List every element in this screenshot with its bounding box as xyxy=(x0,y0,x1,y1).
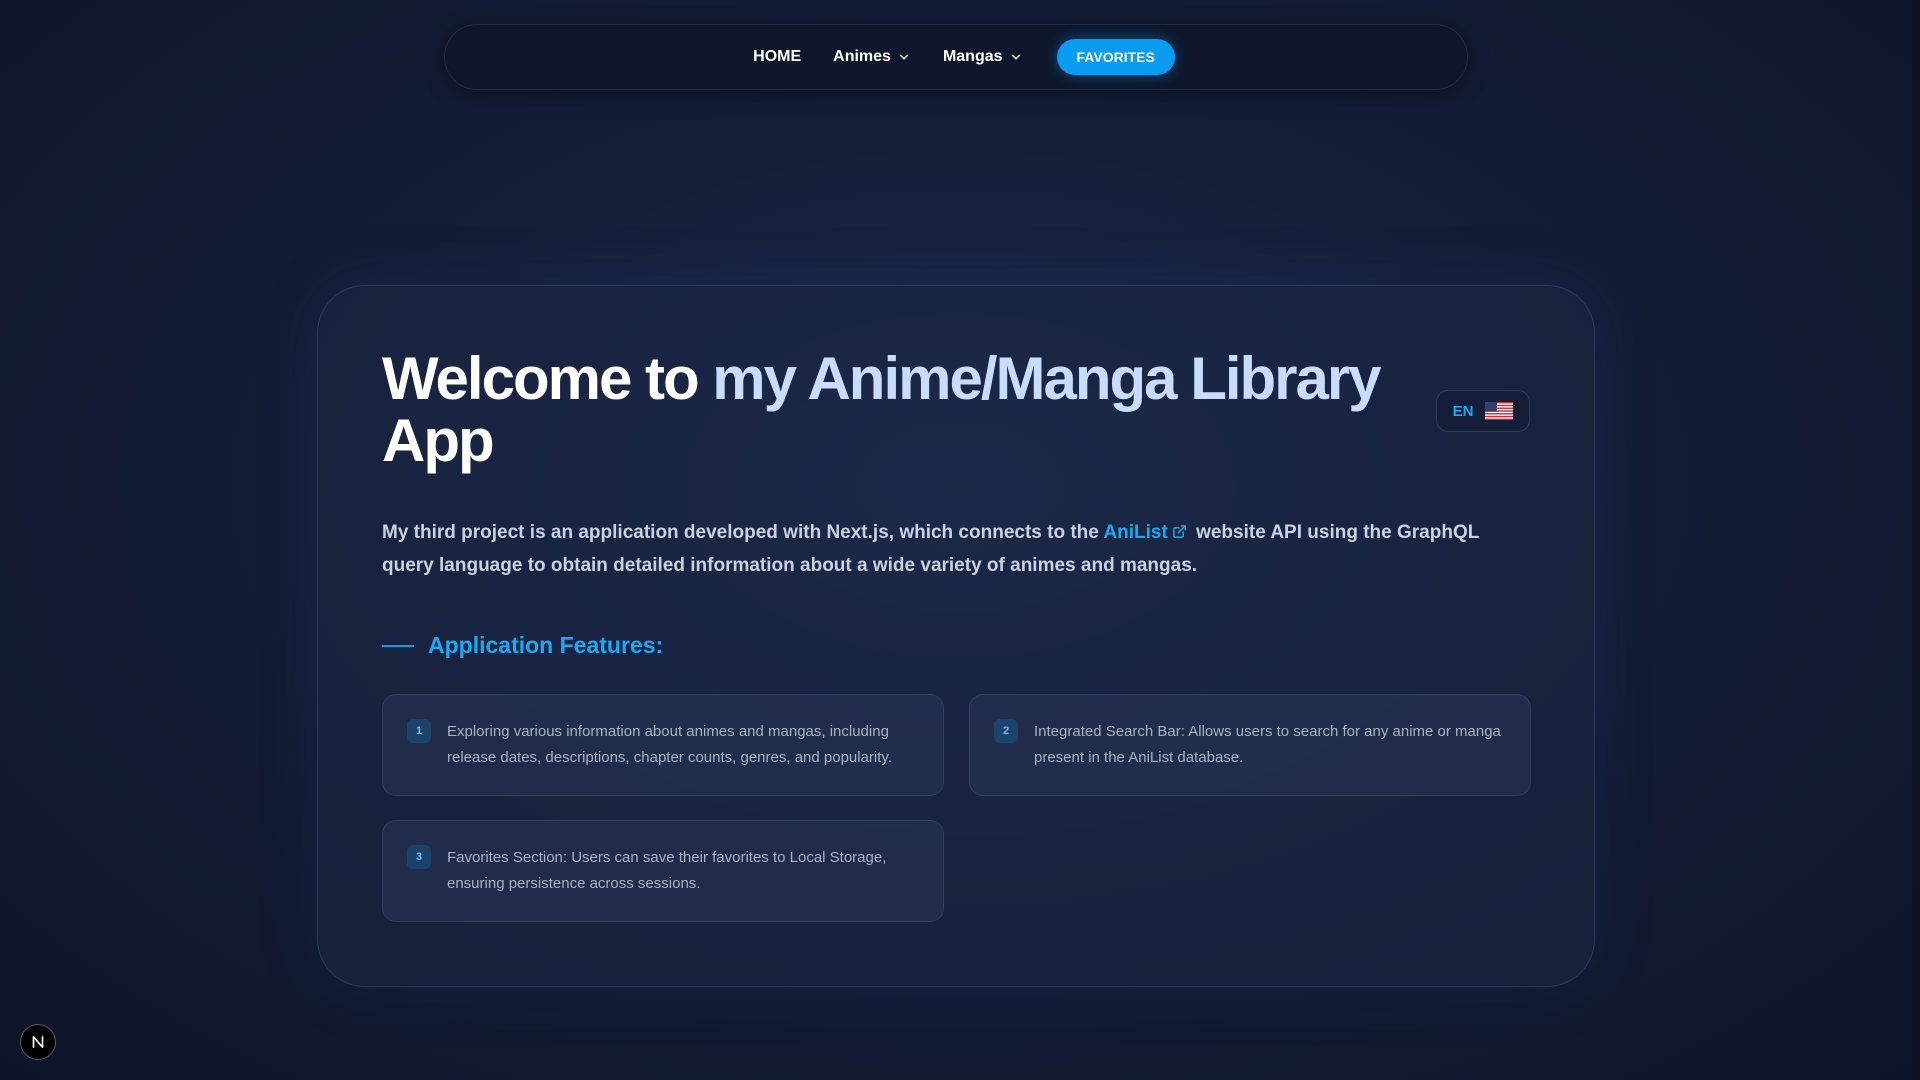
title-part-welcome: Welcome to xyxy=(382,345,713,412)
chevron-down-icon xyxy=(1011,54,1020,60)
chevron-down-icon xyxy=(899,54,909,60)
top-navbar: HOME Animes Mangas FAVORITES xyxy=(444,24,1468,90)
nextjs-dev-badge[interactable]: N xyxy=(20,1024,56,1060)
nav-animes-dropdown[interactable]: Animes xyxy=(817,48,927,66)
feature-card: 2 Integrated Search Bar: Allows users to… xyxy=(969,694,1531,796)
feature-card: 1 Exploring various information about an… xyxy=(382,694,944,796)
features-title: Application Features: xyxy=(428,632,664,658)
nav-home-link[interactable]: HOME xyxy=(737,48,817,66)
project-description: My third project is an application devel… xyxy=(382,516,1522,582)
language-code: EN xyxy=(1452,402,1474,420)
external-link-icon xyxy=(1172,525,1186,538)
favorites-label: FAVORITES xyxy=(1076,49,1155,65)
description-intro: My third project is an application devel… xyxy=(382,522,1104,543)
feature-text: Favorites Section: Users can save their … xyxy=(447,849,887,892)
features-heading: Application Features: xyxy=(382,632,663,659)
feature-text: Integrated Search Bar: Allows users to s… xyxy=(1034,723,1501,766)
favorites-button[interactable]: FAVORITES xyxy=(1056,39,1175,75)
feature-number-badge: 2 xyxy=(994,719,1018,743)
feature-text: Exploring various information about anim… xyxy=(447,723,892,766)
feature-number-badge: 1 xyxy=(407,719,431,743)
feature-card: 3 Favorites Section: Users can save thei… xyxy=(382,820,944,922)
anilist-link[interactable]: AniList xyxy=(1103,522,1190,543)
nextjs-n-icon xyxy=(32,1035,44,1049)
language-switcher[interactable]: EN xyxy=(1436,390,1530,432)
nav-mangas-label: Mangas xyxy=(942,48,1003,65)
nav-mangas-dropdown[interactable]: Mangas xyxy=(927,48,1039,66)
welcome-card: Welcome to my Anime/Manga Library App EN… xyxy=(317,285,1595,987)
title-part-library: my Anime/Manga Library xyxy=(712,345,1381,412)
title-part-app: App xyxy=(382,407,495,474)
page-scrollbar[interactable] xyxy=(1912,0,1920,1080)
us-flag-icon xyxy=(1485,402,1514,420)
feature-number-badge: 3 xyxy=(407,845,431,869)
nav-home-label: HOME xyxy=(753,48,802,65)
anilist-link-label: AniList xyxy=(1103,522,1168,543)
page-title: Welcome to my Anime/Manga Library App xyxy=(382,348,1402,472)
nav-animes-label: Animes xyxy=(833,48,891,65)
heading-accent-line xyxy=(382,644,414,647)
